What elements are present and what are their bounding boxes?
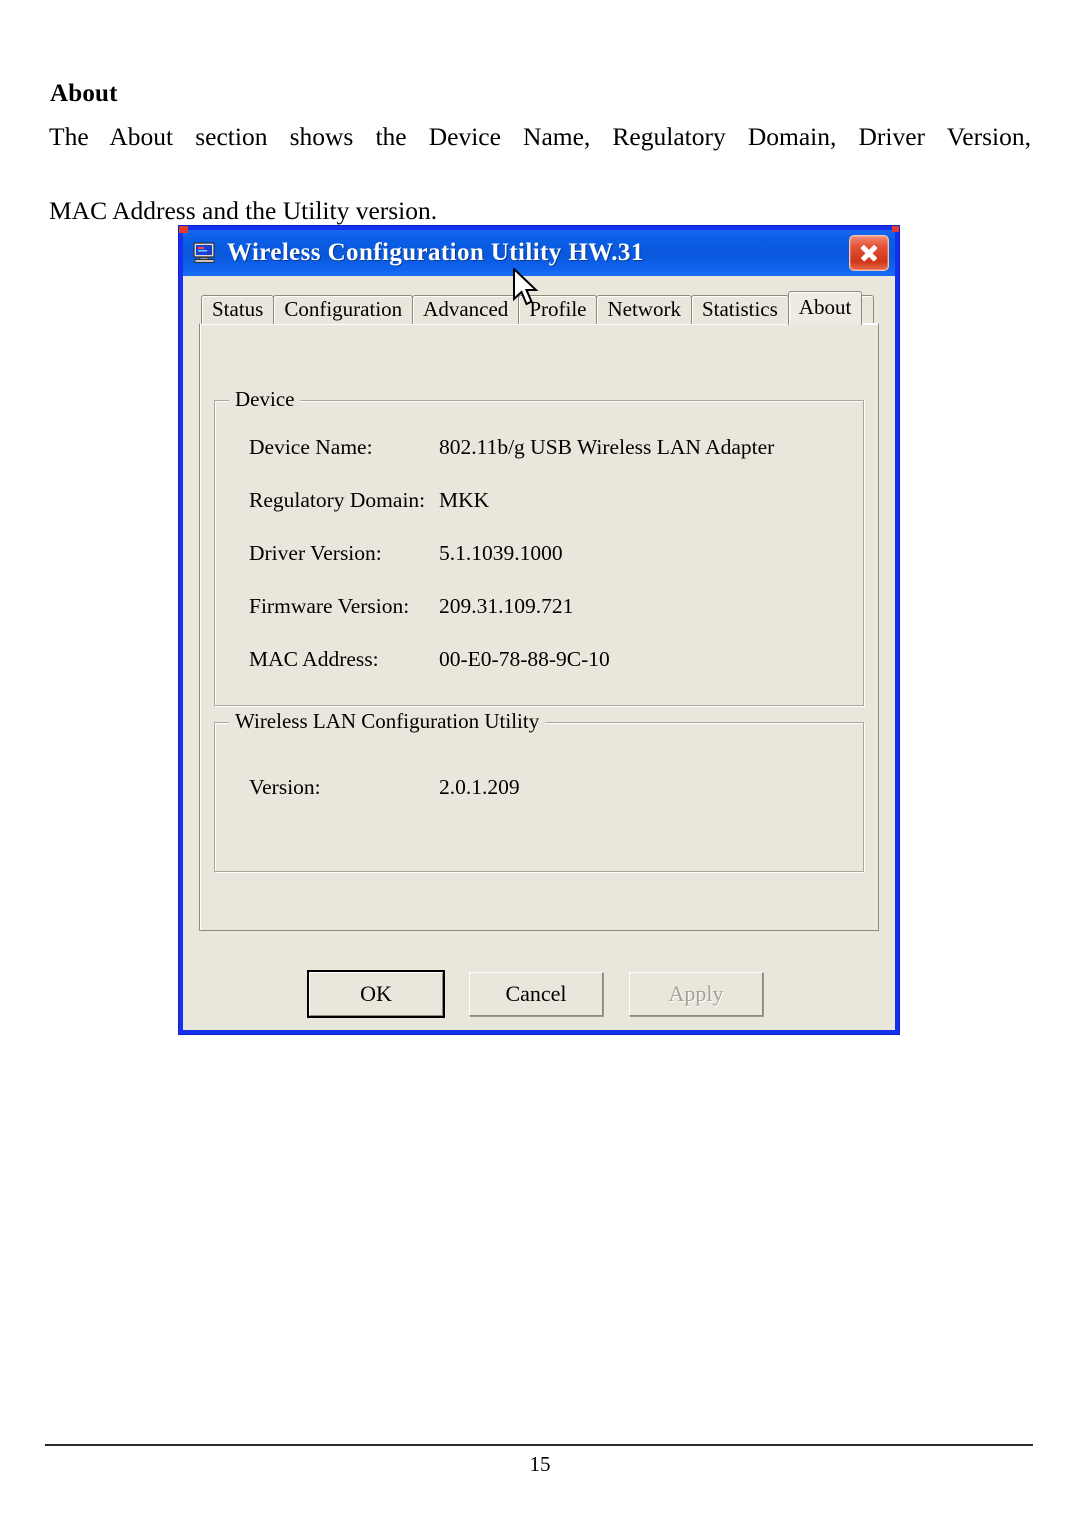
title-bar: Wireless Configuration Utility HW.31 xyxy=(183,230,895,276)
page-title: About xyxy=(50,80,118,107)
info-row-regulatory-domain: Regulatory Domain: MKK xyxy=(215,488,863,541)
dialog-client-area: Status Configuration Advanced Profile Ne… xyxy=(183,276,895,1030)
intro-paragraph-line-2: MAC Address and the Utility version. xyxy=(49,196,438,225)
about-tab-panel: Device Device Name: 802.11b/g USB Wirele… xyxy=(199,323,879,931)
tab-configuration[interactable]: Configuration xyxy=(273,295,414,324)
tab-network[interactable]: Network xyxy=(596,295,692,324)
cancel-button[interactable]: Cancel xyxy=(469,972,603,1016)
mac-address-value: 00-E0-78-88-9C-10 xyxy=(439,647,610,671)
device-name-value: 802.11b/g USB Wireless LAN Adapter xyxy=(439,435,775,459)
close-icon[interactable] xyxy=(849,235,889,271)
tab-strip: Status Configuration Advanced Profile Ne… xyxy=(199,290,879,325)
device-group-box: Device Device Name: 802.11b/g USB Wirele… xyxy=(214,387,864,706)
intro-paragraph-line-1: The About section shows the Device Name,… xyxy=(49,122,1031,151)
dialog-button-bar: OK Cancel Apply xyxy=(183,970,895,1018)
utility-group-box: Wireless LAN Configuration Utility Versi… xyxy=(214,709,864,872)
footer-divider xyxy=(45,1444,1033,1446)
mac-address-label: MAC Address: xyxy=(249,647,379,671)
tab-statistics[interactable]: Statistics xyxy=(690,295,789,324)
tab-advanced[interactable]: Advanced xyxy=(412,295,520,324)
info-row-driver-version: Driver Version: 5.1.1039.1000 xyxy=(215,541,863,594)
firmware-version-value: 209.31.109.721 xyxy=(439,594,574,618)
regulatory-domain-label: Regulatory Domain: xyxy=(249,488,426,512)
info-row-firmware-version: Firmware Version: 209.31.109.721 xyxy=(215,594,863,647)
info-row-utility-version: Version: 2.0.1.209 xyxy=(215,757,863,828)
computer-monitor-icon xyxy=(193,242,217,264)
device-name-label: Device Name: xyxy=(249,435,373,459)
firmware-version-label: Firmware Version: xyxy=(249,594,410,618)
tab-strip-end-stub xyxy=(860,295,875,324)
window-title: Wireless Configuration Utility HW.31 xyxy=(227,239,644,266)
device-group-title: Device xyxy=(229,387,301,412)
intro-paragraph: The About section shows the Device Name,… xyxy=(49,118,1031,229)
scan-artifact-left xyxy=(179,226,188,233)
utility-version-label: Version: xyxy=(249,775,321,799)
page-number: 15 xyxy=(529,1452,551,1476)
tab-profile[interactable]: Profile xyxy=(518,295,598,324)
driver-version-value: 5.1.1039.1000 xyxy=(439,541,563,565)
tab-about[interactable]: About xyxy=(787,291,863,325)
tab-status[interactable]: Status xyxy=(201,295,275,324)
scan-artifact-right xyxy=(892,226,899,232)
driver-version-label: Driver Version: xyxy=(249,541,382,565)
document-page: About The About section shows the Device… xyxy=(0,0,1080,1528)
regulatory-domain-value: MKK xyxy=(439,488,490,512)
info-row-mac-address: MAC Address: 00-E0-78-88-9C-10 xyxy=(215,647,863,700)
ok-button[interactable]: OK xyxy=(307,970,445,1018)
apply-button: Apply xyxy=(629,972,763,1016)
utility-version-value: 2.0.1.209 xyxy=(439,775,520,799)
window-inner: Wireless Configuration Utility HW.31 Sta… xyxy=(183,230,895,1030)
utility-group-title: Wireless LAN Configuration Utility xyxy=(229,709,546,734)
info-row-device-name: Device Name: 802.11b/g USB Wireless LAN … xyxy=(215,435,863,488)
wireless-configuration-utility-window: Wireless Configuration Utility HW.31 Sta… xyxy=(178,225,900,1035)
